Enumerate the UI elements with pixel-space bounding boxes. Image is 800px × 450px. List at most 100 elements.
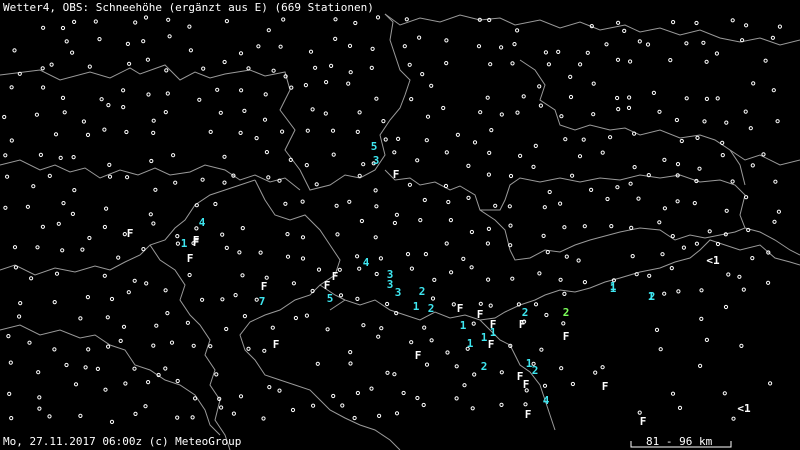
station-dot xyxy=(194,226,199,231)
station-value-label: F xyxy=(602,380,609,393)
station-dot xyxy=(374,271,379,277)
station-dot xyxy=(52,300,57,305)
station-value-label: F xyxy=(393,168,400,181)
station-dot xyxy=(86,347,91,352)
station-dot xyxy=(214,372,219,377)
station-dot xyxy=(469,229,474,235)
station-value-label: 1 xyxy=(467,337,474,350)
station-dot xyxy=(681,245,687,250)
station-dot xyxy=(313,65,318,70)
station-dot xyxy=(677,405,683,410)
station-dot xyxy=(694,241,700,246)
station-dot xyxy=(353,20,358,26)
station-dot xyxy=(546,62,552,67)
station-dot xyxy=(591,81,596,86)
station-dot xyxy=(670,391,676,396)
station-value-label: F xyxy=(187,252,194,265)
station-dot xyxy=(102,224,108,230)
station-dot xyxy=(441,105,446,111)
station-dot xyxy=(684,41,689,46)
station-dot xyxy=(634,272,639,277)
station-dot xyxy=(238,130,243,135)
station-dot xyxy=(31,184,36,189)
station-dot xyxy=(632,131,637,136)
station-dot xyxy=(373,188,378,193)
station-dot xyxy=(222,59,227,65)
station-value-label: F xyxy=(273,338,280,351)
station-dot xyxy=(385,301,390,307)
station-dot xyxy=(444,38,449,43)
station-dot xyxy=(72,19,77,24)
footer-timestamp: Mo, 27.11.2017 06:00z (c) MeteoGroup xyxy=(3,435,242,448)
station-dot xyxy=(242,314,247,319)
station-dot xyxy=(704,59,709,64)
station-dot xyxy=(629,225,634,230)
station-dot xyxy=(444,61,449,66)
station-dot xyxy=(582,224,587,229)
station-value-label: F xyxy=(640,415,647,428)
station-dot xyxy=(430,296,436,301)
station-dot xyxy=(72,188,77,193)
station-dot xyxy=(352,415,357,421)
station-dot xyxy=(377,413,382,418)
station-dot xyxy=(80,247,85,252)
station-dot xyxy=(291,281,296,286)
station-dot xyxy=(422,325,427,330)
station-dot xyxy=(669,266,674,271)
station-dot xyxy=(262,117,268,122)
station-dot xyxy=(237,250,242,255)
station-dot xyxy=(637,39,642,44)
station-dot xyxy=(658,347,663,352)
station-dot xyxy=(246,346,251,351)
station-dot xyxy=(405,252,411,257)
station-dot xyxy=(167,34,172,39)
station-dot xyxy=(240,226,245,231)
station-dot xyxy=(116,255,121,260)
station-dot xyxy=(720,140,725,145)
station-value-label: 4 xyxy=(363,256,370,269)
station-dot xyxy=(355,254,360,259)
station-value-label: 1 xyxy=(610,280,617,293)
station-dot xyxy=(662,206,668,211)
station-dot xyxy=(197,97,202,102)
station-dot xyxy=(537,84,542,89)
station-dot xyxy=(5,174,10,179)
station-dot xyxy=(213,201,218,207)
station-dot xyxy=(662,291,667,296)
station-dot xyxy=(266,28,271,33)
station-dot xyxy=(12,48,17,53)
station-dot xyxy=(277,388,282,393)
station-dot xyxy=(515,28,520,33)
station-dot xyxy=(9,85,14,90)
station-dot xyxy=(707,229,712,234)
station-value-label: 1 xyxy=(460,319,467,332)
station-dot xyxy=(173,180,178,185)
station-dot xyxy=(744,195,749,200)
station-dot xyxy=(281,17,286,22)
station-dot xyxy=(149,158,154,164)
station-dot xyxy=(78,316,83,321)
station-dot xyxy=(577,154,583,159)
station-value-label: F xyxy=(477,308,484,321)
station-dot xyxy=(141,247,146,252)
station-dot xyxy=(34,112,40,117)
station-value-label: 4 xyxy=(543,394,550,407)
station-dot xyxy=(394,212,399,217)
station-dot xyxy=(564,254,569,259)
station-dot xyxy=(415,158,420,163)
observation-values: 53F4F1 FF 4 <1F 3F 33F 27 51 2 F1F1F1 F12F12FF2 2F1… xyxy=(127,140,751,428)
station-dot xyxy=(153,187,158,192)
station-dot xyxy=(773,179,778,184)
station-dot xyxy=(238,51,244,56)
station-dot xyxy=(451,302,456,307)
station-dot xyxy=(254,136,259,141)
station-dot xyxy=(508,223,513,228)
station-dot xyxy=(675,162,681,167)
station-dot xyxy=(746,227,751,233)
station-dot xyxy=(316,267,322,272)
station-dot xyxy=(324,80,329,85)
station-dot xyxy=(373,235,378,240)
station-dot xyxy=(730,179,735,184)
station-dot xyxy=(369,65,374,71)
station-dot xyxy=(507,204,512,209)
